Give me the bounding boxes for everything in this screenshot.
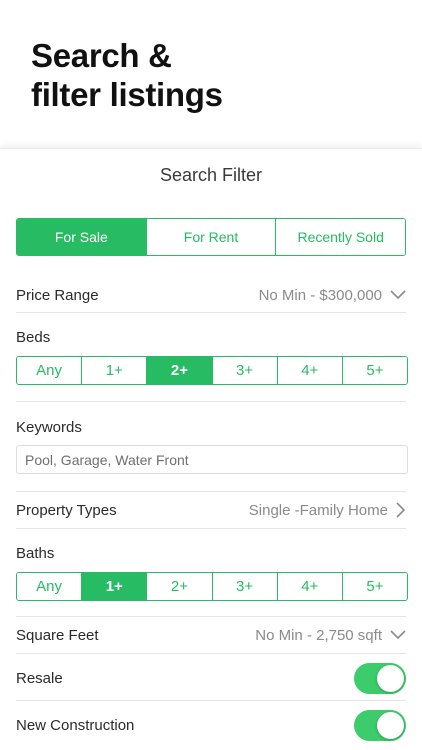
property-types-label: Property Types [16,501,117,519]
new-construction-toggle[interactable] [354,709,406,741]
price-range-value-text: No Min - $300,000 [258,286,382,304]
beds-option-2-plus[interactable]: 2+ [146,357,212,384]
chevron-right-icon [396,502,406,518]
divider [16,653,406,654]
divider [16,401,406,402]
beds-option-4-plus[interactable]: 4+ [276,357,342,384]
search-filter-sheet: Search Filter For Sale For Rent Recently… [0,148,422,750]
beds-option-any[interactable]: Any [17,357,82,384]
price-range-row[interactable]: Price Range No Min - $300,000 [16,282,406,308]
keywords-input[interactable] [16,445,408,474]
listing-type-segmented-control: For Sale For Rent Recently Sold [16,218,406,256]
listing-type-recently-sold[interactable]: Recently Sold [275,219,405,255]
beds-option-5-plus[interactable]: 5+ [341,357,407,384]
beds-option-1-plus[interactable]: 1+ [81,357,147,384]
baths-option-any[interactable]: Any [17,573,82,600]
divider [16,616,406,617]
beds-option-3-plus[interactable]: 3+ [211,357,277,384]
resale-label: Resale [16,669,63,687]
sheet-title: Search Filter [159,165,263,185]
resale-toggle[interactable] [354,662,406,694]
listing-type-for-rent[interactable]: For Rent [145,219,276,255]
toggle-knob [377,664,404,692]
property-types-row[interactable]: Property Types Single -Family Home [16,497,406,523]
toggle-knob [377,711,404,739]
divider [16,528,406,529]
hero-title-line1: Search & [31,37,172,74]
property-types-value: Single -Family Home [249,502,406,519]
baths-option-3-plus[interactable]: 3+ [211,573,277,600]
hero-header: Search & filter listings [0,0,422,148]
chevron-down-icon [390,290,406,300]
hero-title-line2: filter listings [31,76,223,113]
baths-option-4-plus[interactable]: 4+ [276,573,342,600]
divider [16,312,406,313]
square-feet-value: No Min - 2,750 sqft [255,627,406,644]
baths-option-1-plus[interactable]: 1+ [81,573,147,600]
property-types-value-text: Single -Family Home [248,501,388,519]
resale-row: Resale [16,661,406,695]
chevron-down-icon [390,630,406,640]
baths-segmented-control: Any 1+ 2+ 3+ 4+ 5+ [16,572,408,601]
divider [16,491,406,492]
beds-label: Beds [16,329,51,346]
baths-label: Baths [16,545,55,562]
square-feet-value-text: No Min - 2,750 sqft [255,626,382,644]
price-range-value: No Min - $300,000 [259,287,406,304]
hero-title: Search & filter listings [31,36,223,114]
baths-option-2-plus[interactable]: 2+ [146,573,212,600]
square-feet-row[interactable]: Square Feet No Min - 2,750 sqft [16,622,406,648]
new-construction-label: New Construction [16,716,135,734]
new-construction-row: New Construction [16,708,406,742]
square-feet-label: Square Feet [16,626,99,644]
price-range-label: Price Range [16,286,99,304]
keywords-label: Keywords [16,419,82,436]
beds-segmented-control: Any 1+ 2+ 3+ 4+ 5+ [16,356,408,385]
divider [16,700,406,701]
baths-option-5-plus[interactable]: 5+ [341,573,407,600]
listing-type-for-sale[interactable]: For Sale [17,219,146,255]
